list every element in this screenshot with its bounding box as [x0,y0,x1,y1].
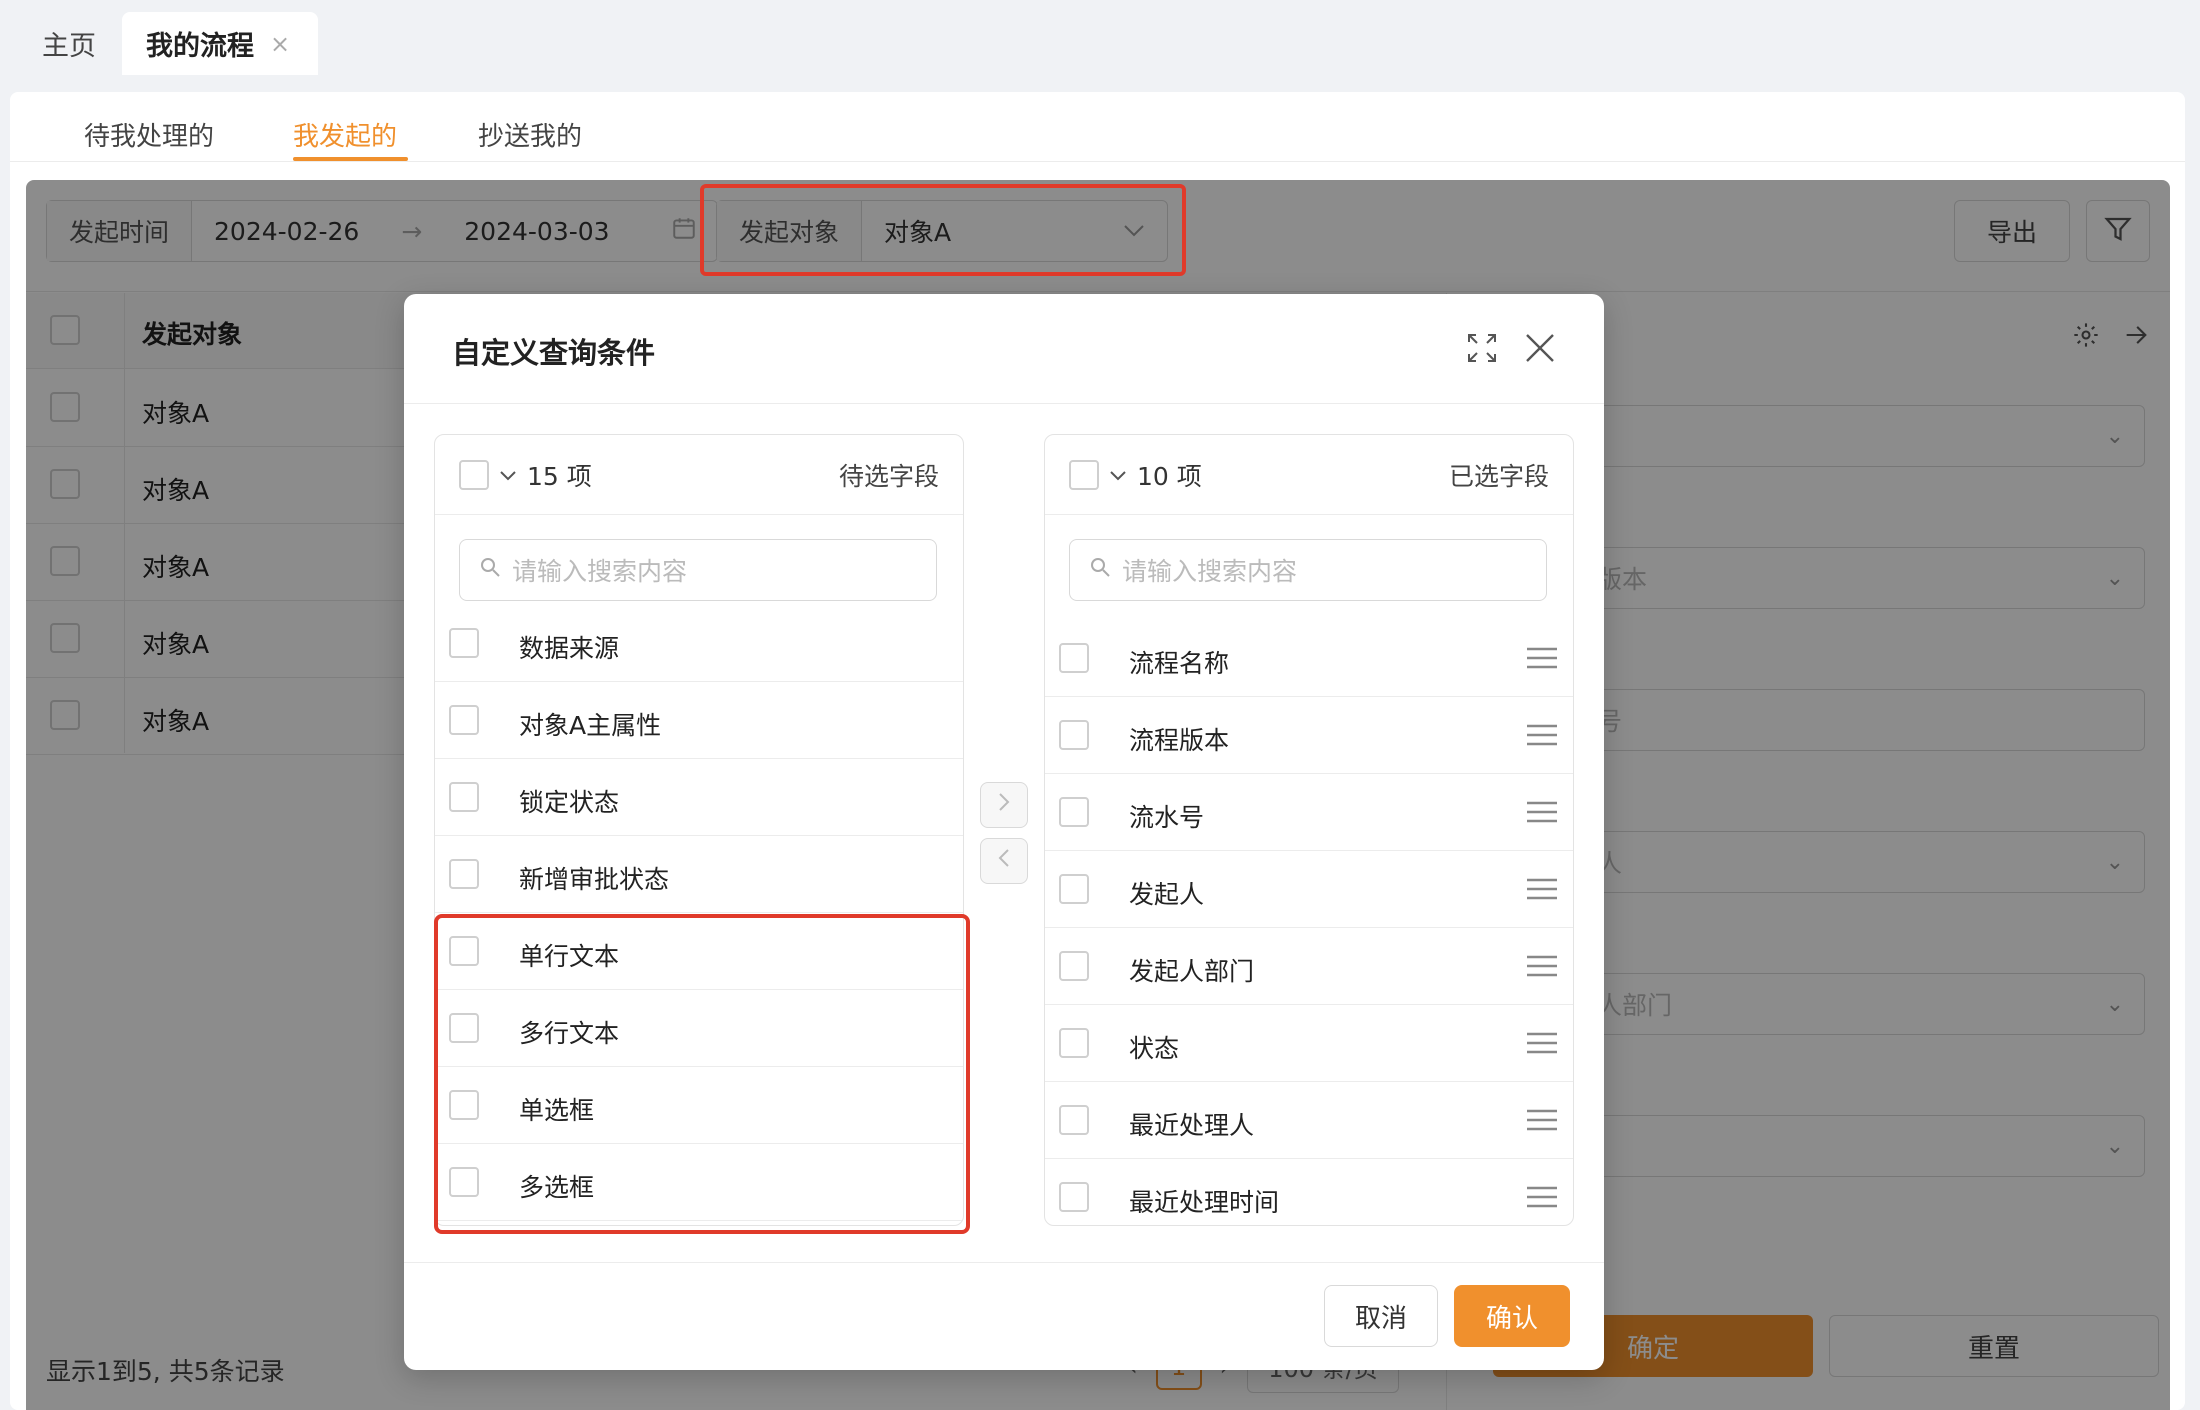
available-search-input[interactable]: 请输入搜索内容 [459,539,937,601]
list-item-checkbox[interactable] [449,705,479,735]
list-item-label: 对象A主属性 [519,711,662,740]
list-item-label: 流程名称 [1129,649,1230,678]
drag-handle-icon[interactable] [1527,954,1557,978]
available-fields-header: 15 项 待选字段 [435,435,963,515]
list-item[interactable]: 数据来源 [435,625,963,682]
list-item-label: 最近处理人 [1129,1111,1255,1140]
available-count: 15 项 [527,461,592,491]
modal-header: 自定义查询条件 [404,294,1604,404]
list-item-checkbox[interactable] [1059,951,1089,981]
selected-fields-title: 已选字段 [1448,461,1549,491]
list-item-checkbox[interactable] [1059,643,1089,673]
list-item-checkbox[interactable] [449,859,479,889]
list-item[interactable]: 流程版本 [1045,697,1573,774]
search-icon [478,555,502,585]
selected-fields-panel: 10 项 已选字段 请输入搜索内容 流程名称 流程版本 流水号 发起人 发起人部… [1044,434,1574,1226]
list-item[interactable]: 流程名称 [1045,625,1573,697]
drag-handle-icon[interactable] [1527,800,1557,824]
drag-handle-icon[interactable] [1527,1108,1557,1132]
list-item-checkbox[interactable] [449,782,479,812]
selected-fields-header: 10 项 已选字段 [1045,435,1573,515]
selected-count: 10 项 [1137,461,1202,491]
list-item-label: 发起人 [1129,880,1205,909]
list-item[interactable]: 发起人 [1045,851,1573,928]
list-item-checkbox[interactable] [1059,874,1089,904]
list-item-checkbox[interactable] [1059,797,1089,827]
object-filter-highlight [700,184,1186,276]
selected-search-input[interactable]: 请输入搜索内容 [1069,539,1547,601]
list-item[interactable]: 发起人部门 [1045,928,1573,1005]
list-item-checkbox[interactable] [1059,1182,1089,1212]
list-item-label: 状态 [1129,1034,1180,1063]
list-item[interactable]: 流水号 [1045,774,1573,851]
close-icon[interactable] [1524,332,1556,364]
list-item-label: 最近处理时间 [1129,1188,1280,1217]
available-fields-title: 待选字段 [838,461,939,491]
drag-handle-icon[interactable] [1527,1185,1557,1209]
cancel-button[interactable]: 取消 [1324,1285,1438,1347]
top-tab-bar: 主页 我的流程 × [0,0,2200,75]
sub-tab-bar: 待我处理的 我发起的 抄送我的 [10,92,2185,162]
list-item-label: 流水号 [1129,803,1205,832]
move-left-button[interactable] [980,838,1028,884]
list-item-label: 新增审批状态 [519,865,670,894]
expand-icon[interactable] [1466,332,1498,364]
drag-handle-icon[interactable] [1527,877,1557,901]
list-item[interactable]: 状态 [1045,1005,1573,1082]
tab-pending[interactable]: 待我处理的 [84,116,214,153]
list-item[interactable]: 最近处理人 [1045,1082,1573,1159]
list-item-label: 锁定状态 [519,788,620,817]
tab-home-label: 主页 [42,31,96,62]
modal-title: 自定义查询条件 [452,336,656,370]
list-item-checkbox[interactable] [1059,720,1089,750]
chevron-right-icon [997,791,1011,819]
list-item-checkbox[interactable] [1059,1105,1089,1135]
close-icon[interactable]: × [270,30,290,58]
available-select-all-checkbox[interactable] [459,459,489,490]
search-placeholder: 请输入搜索内容 [512,557,688,586]
tab-initiated[interactable]: 我发起的 [293,116,397,153]
list-item-checkbox[interactable] [1059,1028,1089,1058]
search-icon [1088,555,1112,585]
tab-cc[interactable]: 抄送我的 [478,116,582,153]
list-item-label: 数据来源 [519,634,620,663]
move-right-button[interactable] [980,782,1028,828]
chevron-left-icon [997,847,1011,875]
drag-handle-icon[interactable] [1527,1031,1557,1055]
drag-handle-icon[interactable] [1527,723,1557,747]
list-item[interactable]: 对象A主属性 [435,682,963,759]
list-item-checkbox[interactable] [449,628,479,658]
tab-my-process-label: 我的流程 [146,31,254,62]
list-item-label: 流程版本 [1129,726,1230,755]
active-tab-indicator [293,157,408,161]
chevron-down-icon[interactable] [1109,463,1127,487]
list-item-label: 发起人部门 [1129,957,1255,986]
list-item[interactable]: 锁定状态 [435,759,963,836]
selected-select-all-checkbox[interactable] [1069,459,1099,490]
chevron-down-icon[interactable] [499,463,517,487]
list-item[interactable]: 新增审批状态 [435,836,963,913]
tab-my-process[interactable]: 我的流程 × [122,12,318,75]
drag-handle-icon[interactable] [1527,646,1557,670]
list-item[interactable]: 最近处理时间 [1045,1159,1573,1225]
confirm-button[interactable]: 确认 [1454,1285,1570,1347]
tab-home[interactable]: 主页 [42,12,96,75]
search-placeholder: 请输入搜索内容 [1122,557,1298,586]
selected-fields-list: 流程名称 流程版本 流水号 发起人 发起人部门 状态 最近处理人 最近处理时间 [1045,625,1573,1225]
modal-footer: 取消 确认 [404,1262,1604,1370]
custom-fields-highlight [434,914,970,1234]
